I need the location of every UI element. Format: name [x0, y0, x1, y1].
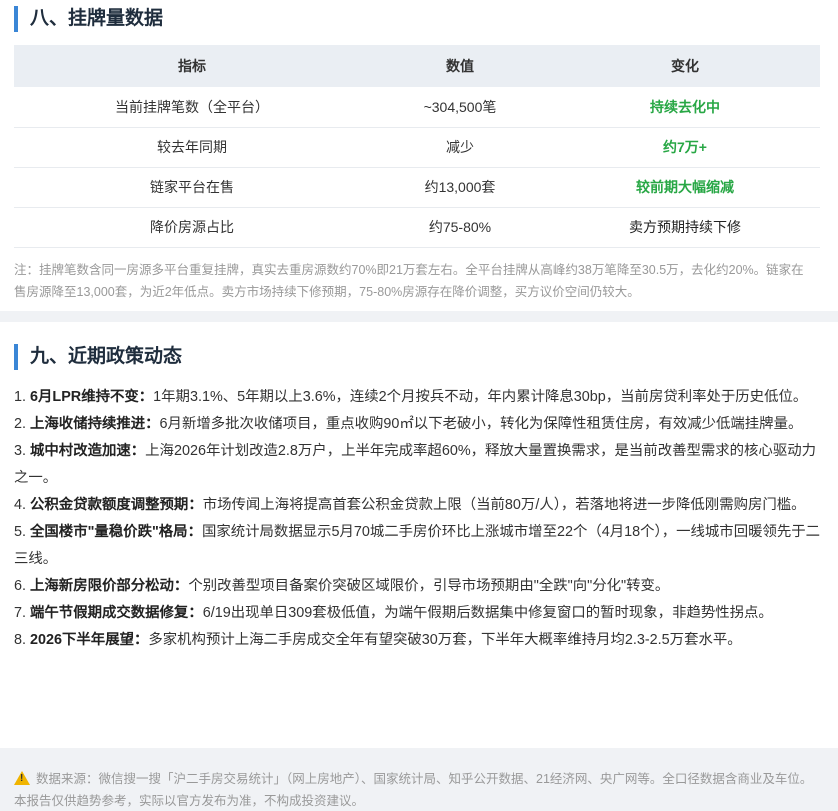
table-note: 注：挂牌笔数含同一房源多平台重复挂牌，真实去重房源数约70%即21万套左右。全平… [14, 263, 804, 299]
list-item: 2. 上海收储持续推进：6月新增多批次收储项目，重点收购90㎡以下老破小，转化为… [14, 411, 824, 438]
list-item: 7. 端午节假期成交数据修复：6/19出现单日309套极低值，为端午假期后数据集… [14, 600, 824, 627]
column-header-change: 变化 [671, 58, 699, 74]
metric-cell: 链家平台在售 [14, 167, 370, 208]
table-row: 当前挂牌笔数（全平台） ~304,500笔 持续去化中 [14, 87, 820, 128]
item-label: 公积金贷款额度调整预期： [30, 497, 203, 513]
policy-list: 1. 6月LPR维持不变：1年期3.1%、5年期以上3.6%，连续2个月按兵不动… [14, 384, 824, 654]
change-cell: 较前期大幅缩减 [550, 167, 820, 208]
item-number: 7. [14, 605, 27, 621]
list-item: 4. 公积金贷款额度调整预期：市场传闻上海将提高首套公积金贷款上限（当前80万/… [14, 492, 824, 519]
item-number: 5. [14, 524, 27, 540]
table-row: 链家平台在售 约13,000套 较前期大幅缩减 [14, 167, 820, 208]
value-cell: 约13,000套 [370, 167, 550, 208]
item-label: 全国楼市"量稳价跌"格局： [30, 524, 202, 540]
metric-cell: 较去年同期 [14, 127, 370, 168]
list-item: 5. 全国楼市"量稳价跌"格局：国家统计局数据显示5月70城二手房价环比上涨城市… [14, 519, 824, 573]
item-number: 1. [14, 389, 27, 405]
change-cell: 持续去化中 [550, 87, 820, 128]
item-number: 8. [14, 632, 27, 648]
table-row: 较去年同期 减少 约7万+ [14, 127, 820, 168]
item-number: 2. [14, 416, 27, 432]
list-item: 3. 城中村改造加速：上海2026年计划改造2.8万户，上半年完成率超60%，释… [14, 438, 824, 492]
item-number: 4. [14, 497, 27, 513]
item-label: 上海收储持续推进： [30, 416, 160, 432]
item-text: 市场传闻上海将提高首套公积金贷款上限（当前80万/人），若落地将进一步降低刚需购… [202, 497, 806, 513]
section-title: 九、近期政策动态 [14, 344, 182, 370]
section-policy-updates: 九、近期政策动态 1. 6月LPR维持不变：1年期3.1%、5年期以上3.6%，… [0, 322, 838, 748]
metric-cell: 降价房源占比 [14, 207, 370, 248]
warning-icon [14, 771, 30, 785]
footer-text: 数据来源：微信搜一搜「沪二手房交易统计」（网上房地产）、国家统计局、知乎公开数据… [14, 772, 813, 808]
item-label: 2026下半年展望： [30, 632, 149, 648]
item-label: 城中村改造加速： [30, 443, 146, 459]
column-header-metric: 指标 [178, 58, 206, 74]
value-cell: 约75-80% [370, 207, 550, 248]
value-cell: ~304,500笔 [370, 87, 550, 128]
item-label: 上海新房限价部分松动： [30, 578, 189, 594]
change-cell: 约7万+ [550, 127, 820, 168]
item-label: 6月LPR维持不变： [30, 389, 154, 405]
list-item: 8. 2026下半年展望：多家机构预计上海二手房成交全年有望突破30万套，下半年… [14, 627, 824, 654]
table-row: 降价房源占比 约75-80% 卖方预期持续下修 [14, 207, 820, 248]
list-item: 1. 6月LPR维持不变：1年期3.1%、5年期以上3.6%，连续2个月按兵不动… [14, 384, 824, 411]
item-label: 端午节假期成交数据修复： [30, 605, 203, 621]
item-text: 1年期3.1%、5年期以上3.6%，连续2个月按兵不动，年内累计降息30bp，当… [153, 389, 808, 405]
column-header-value: 数值 [446, 58, 474, 74]
section-title: 八、挂牌量数据 [14, 6, 163, 32]
item-number: 3. [14, 443, 27, 459]
table-header-row: 指标 数值 变化 [14, 45, 820, 87]
value-cell: 减少 [370, 127, 550, 168]
change-cell: 卖方预期持续下修 [550, 207, 820, 248]
item-text: 多家机构预计上海二手房成交全年有望突破30万套，下半年大概率维持月均2.3-2.… [148, 632, 742, 648]
item-text: 个别改善型项目备案价突破区域限价，引导市场预期由"全跌"向"分化"转变。 [188, 578, 670, 594]
item-text: 6月新增多批次收储项目，重点收购90㎡以下老破小，转化为保障性租赁住房，有效减少… [159, 416, 803, 432]
item-number: 6. [14, 578, 27, 594]
data-source-footer: 数据来源：微信搜一搜「沪二手房交易统计」（网上房地产）、国家统计局、知乎公开数据… [14, 768, 824, 811]
item-text: 6/19出现单日309套极低值，为端午假期后数据集中修复窗口的暂时现象，非趋势性… [202, 605, 773, 621]
listing-table: 指标 数值 变化 当前挂牌笔数（全平台） ~304,500笔 持续去化中 较去年… [14, 45, 820, 248]
section-listing-data: 八、挂牌量数据 指标 数值 变化 当前挂牌笔数（全平台） ~304,500笔 持… [0, 0, 838, 311]
metric-cell: 当前挂牌笔数（全平台） [14, 87, 370, 128]
list-item: 6. 上海新房限价部分松动：个别改善型项目备案价突破区域限价，引导市场预期由"全… [14, 573, 824, 600]
